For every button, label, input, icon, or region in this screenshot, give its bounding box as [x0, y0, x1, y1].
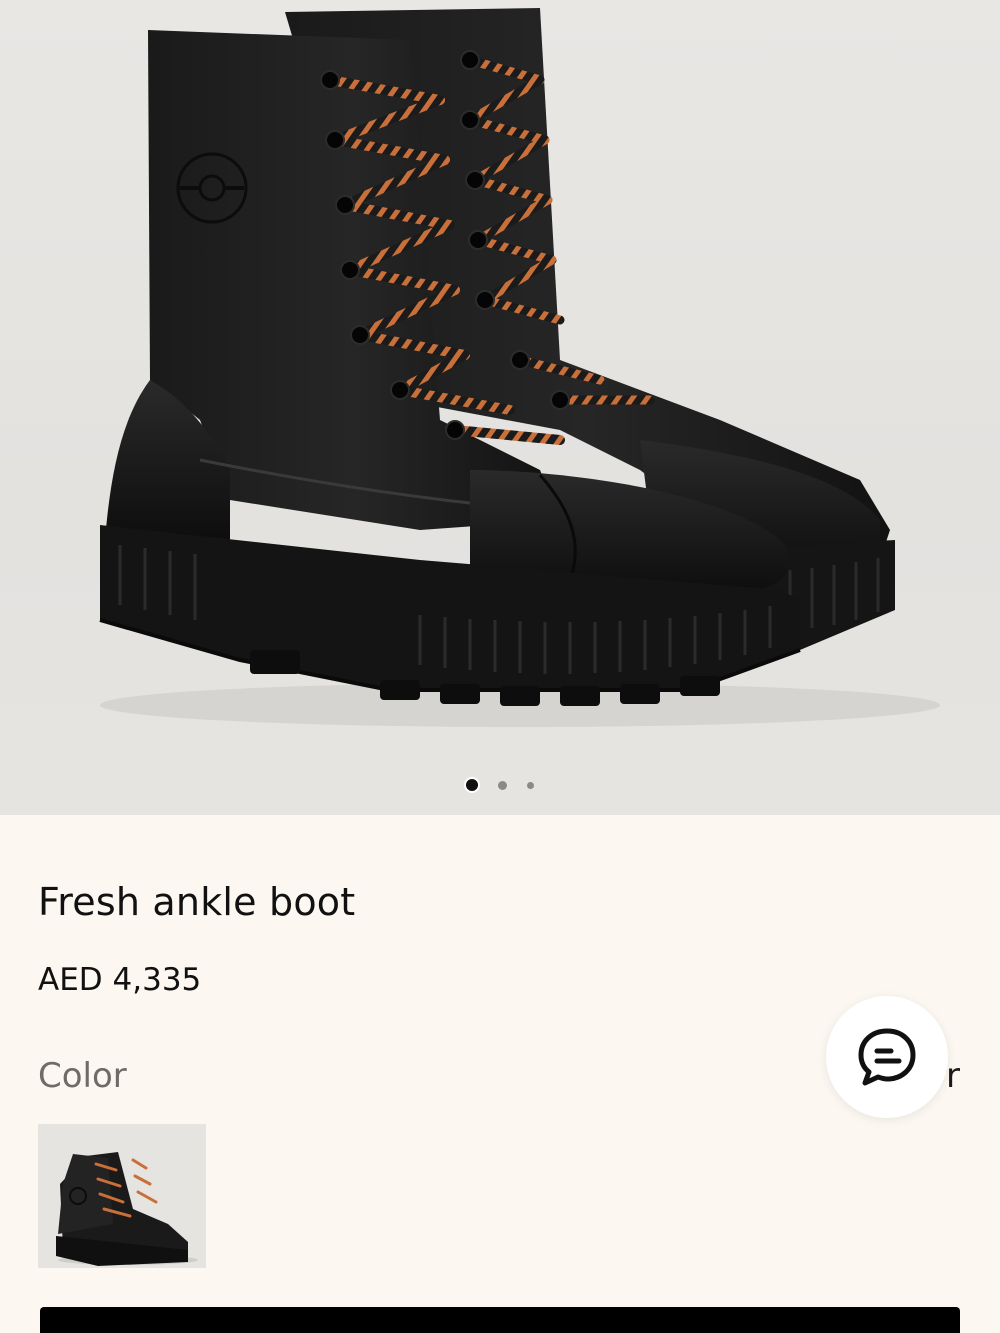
pagination-dot-3[interactable]: [527, 781, 534, 789]
pagination-dot-1[interactable]: [466, 779, 478, 791]
add-to-cart-button[interactable]: [40, 1307, 960, 1333]
color-swatch-black[interactable]: [38, 1124, 206, 1268]
gallery-pagination[interactable]: [0, 776, 1000, 794]
swatch-boot-thumbnail: [56, 1152, 198, 1266]
product-title: Fresh ankle boot: [38, 880, 356, 924]
boot-photo: [99, 8, 940, 727]
pagination-dot-2[interactable]: [498, 780, 507, 790]
product-image-gallery[interactable]: [0, 0, 1000, 815]
product-page: Fresh ankle boot AED 4,335 Color r: [0, 0, 1000, 1333]
size-label[interactable]: r: [946, 1056, 960, 1096]
chat-button[interactable]: [826, 996, 948, 1118]
chat-bubble-icon: [858, 1028, 916, 1086]
color-label: Color: [38, 1056, 127, 1096]
product-price: AED 4,335: [38, 962, 202, 998]
